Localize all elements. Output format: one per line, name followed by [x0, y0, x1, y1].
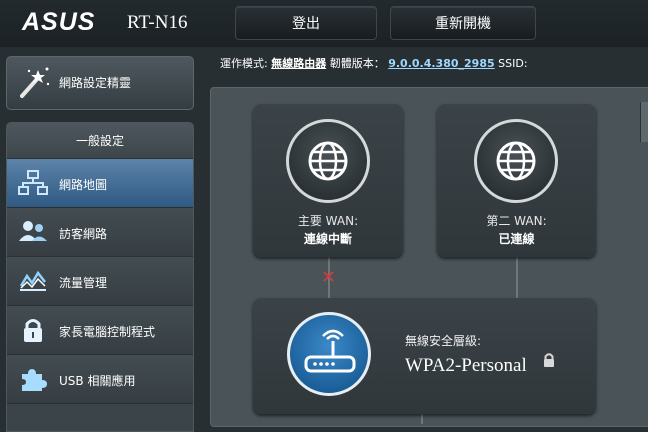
wizard-label: 網路設定精靈 [59, 76, 132, 90]
sidebar-item-label: 訪客網路 [59, 227, 108, 241]
network-map-icon [18, 170, 48, 196]
secondary-wan-card[interactable]: 第二 WAN: 已連線 [437, 104, 596, 257]
primary-wan-status: 連線中斷 [303, 232, 352, 246]
logout-button[interactable]: 登出 [235, 6, 377, 40]
disconnected-x-icon: ✕ [321, 267, 337, 288]
sidebar-item-label: 家長電腦控制程式 [59, 325, 156, 339]
wan2-connection-line [516, 257, 518, 298]
sidebar-item-label: USB 相關應用 [59, 374, 136, 388]
wireless-router-icon [304, 329, 356, 373]
ssid-label: SSID: [498, 57, 528, 70]
sidebar-item-label: 流量管理 [59, 276, 108, 290]
scrollbar[interactable] [640, 102, 648, 142]
sidebar-item-guest-network[interactable]: 訪客網路 [7, 208, 193, 257]
magic-wand-icon [16, 64, 52, 104]
lock-icon [542, 352, 556, 372]
sidebar-item-traffic-manager[interactable]: 流量管理 [7, 257, 193, 306]
secondary-wan-title: 第二 WAN: [486, 214, 547, 228]
guest-network-icon [18, 219, 48, 245]
general-settings-header: 一般設定 [7, 123, 193, 159]
sidebar-item-network-map[interactable]: 網路地圖 [7, 159, 193, 208]
sidebar-menu: 一般設定 網路地圖 訪客網路 流量管理 家長電腦控制程式 USB 相關應用 [6, 122, 194, 432]
operation-mode-link[interactable]: 無線路由器 [271, 57, 326, 70]
wireless-security-value: WPA2-Personal [405, 355, 527, 376]
usb-puzzle-icon [18, 366, 48, 392]
reboot-button[interactable]: 重新開機 [390, 6, 536, 40]
operation-mode-label: 運作模式: [220, 57, 268, 70]
model-name: RT-N16 [127, 12, 188, 33]
globe-icon [308, 141, 348, 181]
firmware-version-link[interactable]: 9.0.0.4.380_2985 [388, 57, 494, 70]
sidebar-item-label: 網路地圖 [59, 178, 108, 192]
primary-wan-title: 主要 WAN: [297, 214, 359, 228]
router-status-button[interactable] [287, 312, 371, 396]
internet-globe-button[interactable] [474, 119, 558, 203]
status-info-bar: 運作模式: 無線路由器 韌體版本： 9.0.0.4.380_2985 SSID: [220, 55, 528, 71]
firmware-version-label: 韌體版本： [329, 57, 385, 70]
secondary-wan-status: 已連線 [498, 232, 535, 246]
primary-wan-card[interactable]: 主要 WAN: 連線中斷 [253, 104, 403, 257]
client-connection-line [421, 414, 423, 424]
globe-icon [496, 141, 536, 181]
parental-control-lock-icon [18, 317, 48, 343]
traffic-manager-icon [18, 268, 48, 294]
router-card[interactable]: 無線安全層級: WPA2-Personal [253, 298, 596, 414]
wireless-security-label: 無線安全層級: [405, 334, 482, 348]
sidebar-item-usb-application[interactable]: USB 相關應用 [7, 355, 193, 404]
internet-globe-button[interactable] [286, 119, 370, 203]
top-header: ASUS RT-N16 登出 重新開機 [0, 0, 648, 47]
quick-setup-wizard-button[interactable]: 網路設定精靈 [6, 56, 194, 110]
sidebar-item-parental-control[interactable]: 家長電腦控制程式 [7, 306, 193, 355]
asus-logo: ASUS [22, 8, 96, 36]
